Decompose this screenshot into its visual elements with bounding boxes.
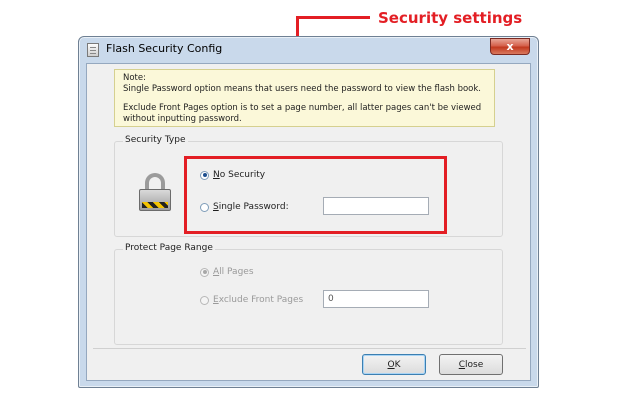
protect-page-range-group: Protect Page Range	[114, 243, 503, 345]
close-icon: x	[506, 40, 514, 53]
button-separator	[93, 348, 526, 349]
note-panel: Note: Single Password option means that …	[114, 69, 495, 127]
annotation-line-horizontal	[296, 16, 370, 19]
window-title: Flash Security Config	[106, 42, 223, 55]
exclude-front-pages-radio[interactable]: Exclude Front Pages	[200, 295, 303, 305]
note-line-2: Exclude Front Pages option is to set a p…	[123, 103, 482, 124]
all-pages-label: All Pages	[213, 267, 254, 277]
close-button[interactable]: Close	[439, 354, 503, 375]
all-pages-radio-indicator[interactable]	[200, 267, 209, 277]
annotation-label: Security settings	[378, 9, 523, 27]
lock-icon	[139, 173, 173, 213]
close-button-label: Close	[458, 359, 484, 370]
annotation-highlight-box	[184, 156, 447, 234]
title-bar[interactable]: Flash Security Config x	[79, 37, 538, 63]
security-type-label: Security Type	[123, 135, 188, 145]
exclude-front-pages-radio-indicator[interactable]	[200, 295, 209, 305]
exclude-front-pages-label: Exclude Front Pages	[213, 295, 304, 305]
ok-button[interactable]: OK	[362, 354, 426, 375]
all-pages-radio[interactable]: All Pages	[200, 267, 254, 277]
note-line-1: Single Password option means that users …	[123, 84, 482, 94]
protect-page-range-label: Protect Page Range	[123, 243, 215, 253]
note-heading: Note:	[123, 73, 146, 83]
exclude-pages-number-field[interactable]: 0	[323, 290, 429, 308]
close-window-button[interactable]: x	[490, 38, 530, 55]
app-icon	[87, 43, 99, 57]
ok-button-label: OK	[387, 359, 401, 370]
